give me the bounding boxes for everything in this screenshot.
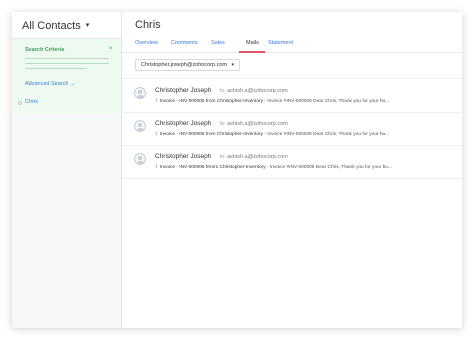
avatar <box>134 87 146 99</box>
avatar <box>134 120 146 132</box>
avatar <box>134 153 146 165</box>
all-contacts-dropdown[interactable]: All Contacts ▾ <box>12 12 121 39</box>
divider <box>122 112 462 113</box>
app-window: All Contacts ▾ Search Criteria × Advance… <box>12 12 462 328</box>
mail-list-item[interactable]: Christopher Joseph to ashish.a@zohocorp.… <box>122 81 462 111</box>
mail-subject: Invoice - INV-000006 from Christopher-In… <box>159 132 263 137</box>
close-icon[interactable]: × <box>109 46 113 52</box>
mail-sender: Christopher Joseph <box>155 87 212 94</box>
advanced-search-label: Advanced Search <box>25 81 69 87</box>
mail-recipient: to ashish.a@zohocorp.com <box>220 121 288 127</box>
divider <box>122 78 462 79</box>
chevron-down-icon: ▾ <box>85 22 90 29</box>
mail-snippet: ⌇ Invoice - INV-000006 fe­rom Christophe… <box>155 164 455 170</box>
active-tab-indicator <box>239 51 265 53</box>
sidebar-title: All Contacts <box>22 20 81 32</box>
arrow-right-icon: → <box>69 81 76 87</box>
mail-sender: Christopher Joseph <box>155 120 212 127</box>
mail-to-address: ashish.a@zohocorp.com <box>227 88 288 94</box>
mail-snippet: ⌇ Invoice - INV-000006 from Christopher-… <box>155 131 455 137</box>
radio-icon <box>18 101 22 105</box>
contact-name: Chris <box>25 99 38 105</box>
page-title: Chris <box>135 19 161 31</box>
attachment-icon: ⌇ <box>155 98 158 104</box>
tab-mails[interactable]: Mails <box>246 40 259 46</box>
mail-preview: - Invoice #INV-000006 Dear Chris, Thank … <box>262 99 390 104</box>
criteria-line <box>25 63 109 64</box>
mail-recipient: to ashish.a@zohocorp.com <box>220 154 288 160</box>
mail-to-address: ashish.a@zohocorp.com <box>227 154 288 160</box>
main-panel: Chris Overview Comments Sales Mails Stat… <box>122 12 462 328</box>
mail-subject: Invoice - INV-000006 from Christopher-In… <box>159 99 263 104</box>
mail-sender: Christopher Joseph <box>155 153 212 160</box>
attachment-icon: ⌇ <box>155 131 158 137</box>
criteria-line <box>25 68 87 69</box>
mail-list-item[interactable]: Christopher Joseph to ashish.a@zohocorp.… <box>122 147 462 177</box>
sidebar: All Contacts ▾ Search Criteria × Advance… <box>12 12 122 328</box>
email-filter-select[interactable]: Christopher.joseph@zohocorp.com ▾ <box>135 59 240 71</box>
mail-subject: Invoice - INV-000006 fe­rom Christopher-… <box>159 165 266 170</box>
tab-bar: Overview Comments Sales Mails Statement <box>122 40 462 53</box>
attachment-icon: ⌇ <box>155 164 158 170</box>
email-filter-value: Christopher.joseph@zohocorp.com <box>141 62 227 68</box>
mail-to-prefix: to <box>220 154 225 160</box>
mail-preview: - Invoice #INV-000006 Dear Chris, Thank … <box>262 132 390 137</box>
mail-to-prefix: to <box>220 88 225 94</box>
divider <box>122 178 462 179</box>
chevron-down-icon: ▾ <box>231 62 235 68</box>
contact-list-item[interactable]: Chris <box>12 99 121 109</box>
mail-recipient: to ashish.a@zohocorp.com <box>220 88 288 94</box>
mail-snippet: ⌇ Invoice - INV-000006 from Christopher-… <box>155 98 455 104</box>
tab-statement[interactable]: Statement <box>268 40 293 46</box>
mail-list-item[interactable]: Christopher Joseph to ashish.a@zohocorp.… <box>122 114 462 144</box>
search-criteria-label: Search Criteria <box>25 47 65 53</box>
advanced-search-link[interactable]: Advanced Search → <box>25 81 75 87</box>
tab-sales[interactable]: Sales <box>211 40 225 46</box>
tab-overview[interactable]: Overview <box>135 40 158 46</box>
criteria-line <box>25 58 109 59</box>
tab-comments[interactable]: Comments <box>171 40 198 46</box>
mail-to-address: ashish.a@zohocorp.com <box>227 121 288 127</box>
mail-to-prefix: to <box>220 121 225 127</box>
divider <box>122 145 462 146</box>
mail-preview: - Invoice #INV-000006 Dear Chris, Thank … <box>265 165 392 170</box>
